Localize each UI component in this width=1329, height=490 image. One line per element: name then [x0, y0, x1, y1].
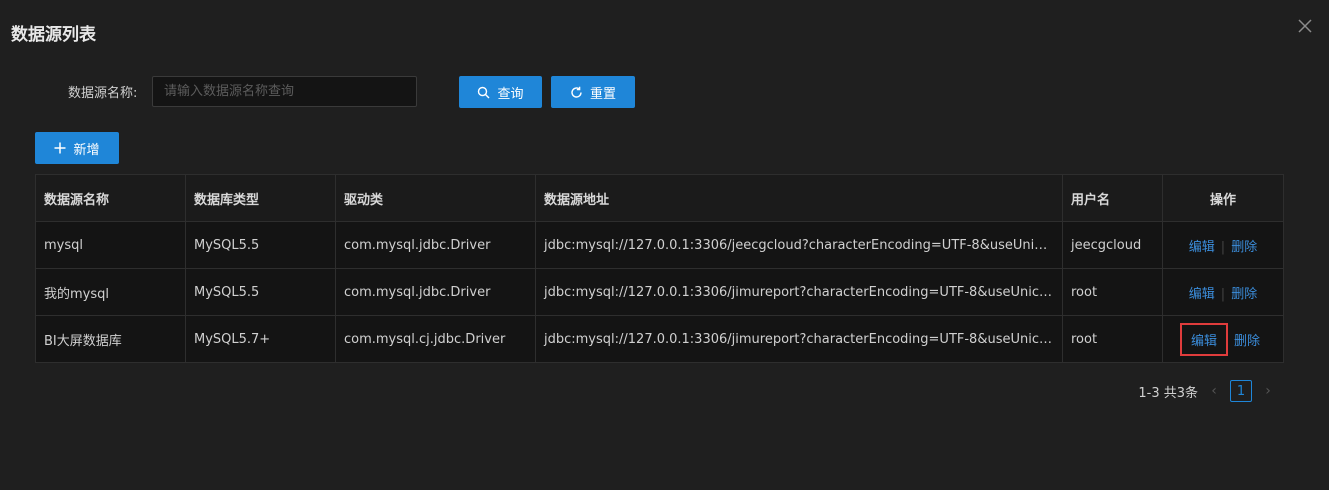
edit-link[interactable]: 编辑: [1189, 287, 1215, 302]
add-button[interactable]: 新增: [35, 132, 119, 164]
delete-link[interactable]: 删除: [1231, 240, 1257, 255]
delete-link[interactable]: 删除: [1234, 334, 1260, 349]
reset-button-label: 重置: [589, 86, 616, 102]
cell-name: 我的mysql: [35, 268, 186, 316]
table-row: 我的mysql MySQL5.5 com.mysql.jdbc.Driver j…: [35, 268, 1284, 316]
cell-db-type: MySQL5.5: [185, 268, 336, 316]
column-header-db-type: 数据库类型: [185, 174, 336, 222]
cell-actions: 编辑 | 删除: [1162, 221, 1284, 269]
cell-user: jeecgcloud: [1062, 221, 1163, 269]
cell-driver: com.mysql.jdbc.Driver: [335, 268, 536, 316]
cell-user: root: [1062, 315, 1163, 363]
cell-url: jdbc:mysql://127.0.0.1:3306/jimureport?c…: [535, 268, 1063, 316]
column-header-user: 用户名: [1062, 174, 1163, 222]
edit-link[interactable]: 编辑: [1189, 240, 1215, 255]
chevron-right-icon[interactable]: ›: [1262, 383, 1274, 399]
datasource-name-search-input[interactable]: [152, 76, 417, 107]
cell-name: mysql: [35, 221, 186, 269]
cell-driver: com.mysql.cj.jdbc.Driver: [335, 315, 536, 363]
chevron-left-icon[interactable]: ‹: [1208, 383, 1220, 399]
datasource-table: 数据源名称 数据库类型 驱动类 数据源地址 用户名 操作 mysql MySQL…: [35, 174, 1284, 363]
action-divider: |: [1220, 286, 1226, 302]
cell-url: jdbc:mysql://127.0.0.1:3306/jimureport?c…: [535, 315, 1063, 363]
close-icon[interactable]: [1295, 16, 1315, 36]
cell-actions: 编辑 删除: [1162, 315, 1284, 363]
column-header-driver: 驱动类: [335, 174, 536, 222]
add-button-label: 新增: [73, 142, 100, 158]
page-number-current[interactable]: 1: [1230, 380, 1252, 402]
pagination-summary: 1-3 共3条: [1138, 385, 1198, 401]
column-header-name: 数据源名称: [35, 174, 186, 222]
cell-user: root: [1062, 268, 1163, 316]
column-header-url: 数据源地址: [535, 174, 1063, 222]
edit-link-highlighted[interactable]: 编辑: [1179, 322, 1228, 356]
datasource-list-dialog: 数据源列表 数据源名称: 查询 重置 新增: [0, 0, 1329, 490]
cell-url: jdbc:mysql://127.0.0.1:3306/jeecgcloud?c…: [535, 221, 1063, 269]
datasource-name-label: 数据源名称:: [68, 86, 138, 101]
search-button[interactable]: 查询: [459, 76, 542, 108]
search-button-label: 查询: [497, 86, 524, 102]
reset-button[interactable]: 重置: [551, 76, 635, 108]
reload-icon: [570, 86, 583, 99]
table-row: BI大屏数据库 MySQL5.7+ com.mysql.cj.jdbc.Driv…: [35, 315, 1284, 363]
pagination: 1-3 共3条 ‹ 1 ›: [1138, 380, 1274, 402]
plus-icon: [54, 142, 66, 154]
action-divider: |: [1220, 239, 1226, 255]
cell-actions: 编辑 | 删除: [1162, 268, 1284, 316]
table-header-row: 数据源名称 数据库类型 驱动类 数据源地址 用户名 操作: [35, 174, 1284, 222]
dialog-title: 数据源列表: [11, 25, 96, 45]
cell-name: BI大屏数据库: [35, 315, 186, 363]
cell-db-type: MySQL5.5: [185, 221, 336, 269]
search-icon: [477, 86, 490, 99]
table-row: mysql MySQL5.5 com.mysql.jdbc.Driver jdb…: [35, 221, 1284, 269]
column-header-actions: 操作: [1162, 174, 1284, 222]
cell-db-type: MySQL5.7+: [185, 315, 336, 363]
cell-driver: com.mysql.jdbc.Driver: [335, 221, 536, 269]
delete-link[interactable]: 删除: [1231, 287, 1257, 302]
